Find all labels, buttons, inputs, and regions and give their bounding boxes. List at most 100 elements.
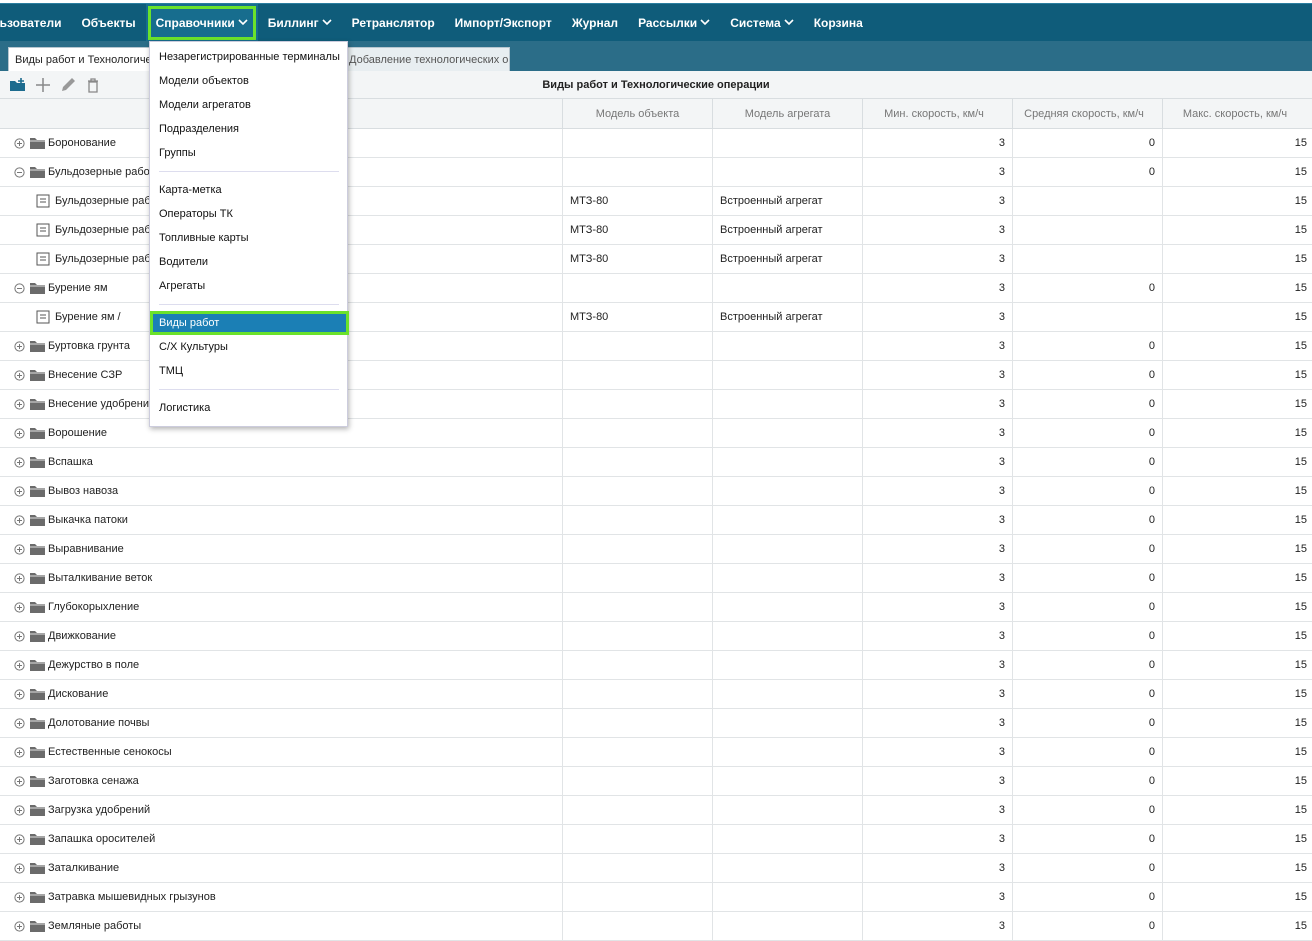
expand-plus-icon[interactable] <box>14 920 29 932</box>
menu-item[interactable]: Незарегистрированные терминалы <box>150 45 349 69</box>
expand-plus-icon[interactable] <box>14 717 29 729</box>
col-header-avg-speed[interactable]: Средняя скорость, км/ч <box>1013 99 1163 128</box>
expand-plus-icon[interactable] <box>14 485 29 497</box>
expand-plus-icon[interactable] <box>14 862 29 874</box>
expand-plus-icon[interactable] <box>14 543 29 555</box>
nav-item-0[interactable]: льзователи <box>0 4 71 42</box>
cell-min-speed: 3 <box>863 738 1013 766</box>
expand-plus-icon[interactable] <box>14 601 29 613</box>
menu-item[interactable]: Модели объектов <box>150 69 349 93</box>
cell-max-speed: 15 <box>1294 862 1307 874</box>
collapse-minus-icon[interactable] <box>14 166 29 178</box>
cell-object-model <box>563 709 713 737</box>
table-row[interactable]: Вывоз навоза 3 0 15 <box>0 477 1312 506</box>
expand-plus-icon[interactable] <box>14 833 29 845</box>
table-row[interactable]: Запашка оросителей 3 0 15 <box>0 825 1312 854</box>
table-row[interactable]: Выкачка патоки 3 0 15 <box>0 506 1312 535</box>
nav-item-8[interactable]: Система <box>720 4 804 42</box>
cell-min-speed: 3 <box>863 158 1013 186</box>
menu-item[interactable]: Логистика <box>150 396 349 420</box>
cell-avg-speed: 0 <box>1013 506 1163 534</box>
table-row[interactable]: Заготовка сенажа 3 0 15 <box>0 767 1312 796</box>
cell-object-model <box>563 448 713 476</box>
menu-item[interactable]: Виды работ <box>150 311 349 335</box>
cell-max-speed: 15 <box>1294 833 1307 845</box>
menu-item[interactable]: ТМЦ <box>150 359 349 383</box>
nav-item-1[interactable]: Объекты <box>71 4 145 42</box>
table-row[interactable]: Долотование почвы 3 0 15 <box>0 709 1312 738</box>
nav-item-2[interactable]: Справочники <box>145 3 258 42</box>
table-row[interactable]: Естественные сенокосы 3 0 15 <box>0 738 1312 767</box>
cell-avg-speed: 0 <box>1013 767 1163 795</box>
expand-plus-icon[interactable] <box>14 369 29 381</box>
table-row[interactable]: Глубокорыхление 3 0 15 <box>0 593 1312 622</box>
table-row[interactable]: Загрузка удобрений 3 0 15 <box>0 796 1312 825</box>
cell-name: Выравнивание <box>0 535 563 563</box>
menu-item[interactable]: Модели агрегатов <box>150 93 349 117</box>
cell-object-model <box>563 535 713 563</box>
cell-min-speed: 3 <box>863 332 1013 360</box>
expand-plus-icon[interactable] <box>14 688 29 700</box>
table-row[interactable]: Заталкивание 3 0 15 <box>0 854 1312 883</box>
cell-name: Дежурство в поле <box>0 651 563 679</box>
menu-item[interactable]: Водители <box>150 250 349 274</box>
expand-plus-icon[interactable] <box>14 456 29 468</box>
expand-plus-icon[interactable] <box>14 630 29 642</box>
cell-max-speed: 15 <box>1294 804 1307 816</box>
cell-min-speed: 3 <box>863 303 1013 331</box>
expand-plus-icon[interactable] <box>14 340 29 352</box>
nav-item-5[interactable]: Импорт/Экспорт <box>445 4 562 42</box>
col-header-object-model[interactable]: Модель объекта <box>563 99 713 128</box>
folder-icon <box>29 861 48 875</box>
expand-plus-icon[interactable] <box>14 659 29 671</box>
nav-item-label: Журнал <box>571 15 619 30</box>
cell-object-model <box>563 158 713 186</box>
cell-name: Выталкивание веток <box>0 564 563 592</box>
collapse-minus-icon[interactable] <box>14 282 29 294</box>
cell-max-speed: 15 <box>1294 253 1307 265</box>
expand-plus-icon[interactable] <box>14 398 29 410</box>
menu-item[interactable]: Группы <box>150 141 349 165</box>
expand-plus-icon[interactable] <box>14 891 29 903</box>
menu-item[interactable]: Операторы ТК <box>150 202 349 226</box>
table-row[interactable]: Вспашка 3 0 15 <box>0 448 1312 477</box>
expand-plus-icon[interactable] <box>14 572 29 584</box>
col-header-aggregate-model[interactable]: Модель агрегата <box>713 99 863 128</box>
nav-item-3[interactable]: Биллинг <box>258 4 342 42</box>
table-row[interactable]: Дежурство в поле 3 0 15 <box>0 651 1312 680</box>
cell-object-model <box>563 564 713 592</box>
expand-plus-icon[interactable] <box>14 514 29 526</box>
expand-plus-icon[interactable] <box>14 137 29 149</box>
cell-max-speed: 15 <box>1294 166 1307 178</box>
expand-plus-icon[interactable] <box>14 775 29 787</box>
table-row[interactable]: Выравнивание 3 0 15 <box>0 535 1312 564</box>
col-header-min-speed[interactable]: Мин. скорость, км/ч <box>863 99 1013 128</box>
expand-plus-icon[interactable] <box>14 804 29 816</box>
menu-item[interactable]: С/Х Культуры <box>150 335 349 359</box>
nav-item-9[interactable]: Корзина <box>804 4 873 42</box>
cell-max-speed: 15 <box>1294 195 1307 207</box>
table-row[interactable]: Затравка мышевидных грызунов 3 0 15 <box>0 883 1312 912</box>
table-row[interactable]: Выталкивание веток 3 0 15 <box>0 564 1312 593</box>
expand-plus-icon[interactable] <box>14 427 29 439</box>
row-name: Ворошение <box>48 427 107 439</box>
col-header-max-speed[interactable]: Макс. скорость, км/ч <box>1163 99 1312 128</box>
cell-aggregate-model <box>713 129 863 157</box>
nav-item-6[interactable]: Журнал <box>562 4 628 42</box>
table-row[interactable]: Земляные работы 3 0 15 <box>0 912 1312 941</box>
menu-item[interactable]: Подразделения <box>150 117 349 141</box>
expand-plus-icon[interactable] <box>14 746 29 758</box>
menu-item[interactable]: Карта-метка <box>150 178 349 202</box>
menu-item[interactable]: Агрегаты <box>150 274 349 298</box>
nav-item-7[interactable]: Рассылки <box>628 4 720 42</box>
menu-item[interactable]: Топливные карты <box>150 226 349 250</box>
cell-aggregate-model <box>713 448 863 476</box>
table-row[interactable]: Дискование 3 0 15 <box>0 680 1312 709</box>
cell-avg-speed: 0 <box>1013 564 1163 592</box>
table-row[interactable]: Движкование 3 0 15 <box>0 622 1312 651</box>
tab-work-types[interactable]: Виды работ и Технологические операции <box>8 47 168 71</box>
folder-icon <box>29 716 48 730</box>
folder-icon <box>29 832 48 846</box>
nav-item-4[interactable]: Ретранслятор <box>342 4 445 42</box>
cell-object-model: МТЗ-80 <box>563 187 713 215</box>
